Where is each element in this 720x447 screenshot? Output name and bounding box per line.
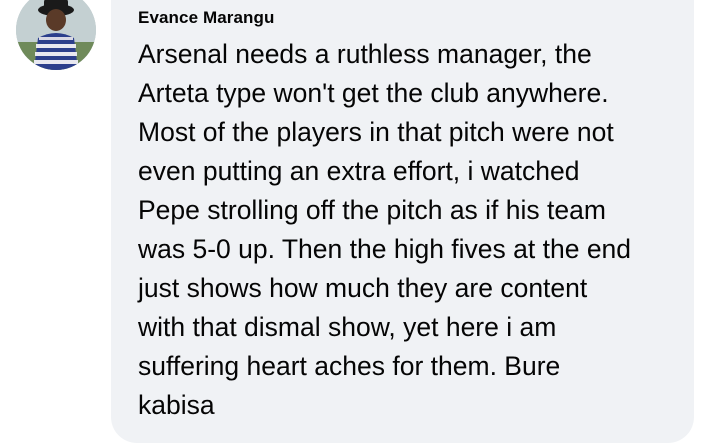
comment-screenshot: Evance Marangu Arsenal needs a ruthless … (0, 0, 720, 447)
comment-author-name[interactable]: Evance Marangu (138, 8, 275, 28)
profile-photo-icon (16, 0, 96, 70)
avatar[interactable] (16, 0, 96, 70)
comment-text: Arsenal needs a ruthless manager, the Ar… (138, 39, 632, 420)
